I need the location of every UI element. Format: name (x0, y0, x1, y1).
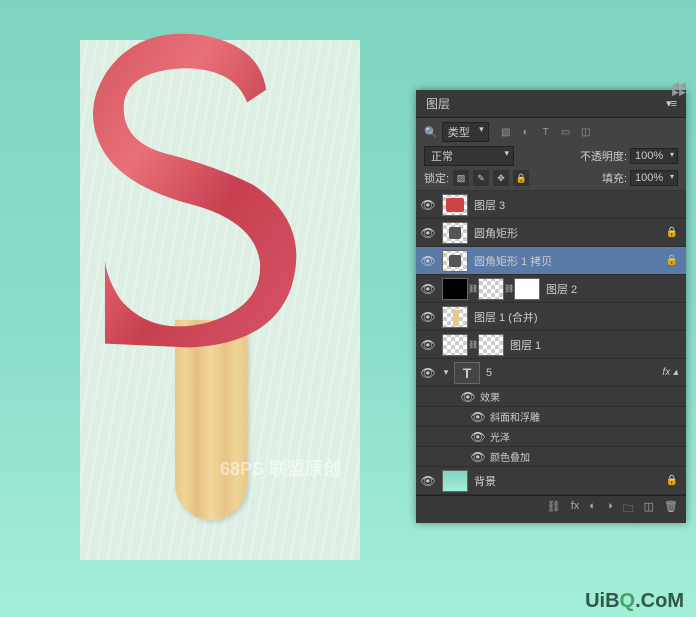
layer-name[interactable]: 圆角矩形 (468, 225, 666, 241)
layer-row-background[interactable]: 👁 背景 🔒 (416, 467, 686, 495)
layer-thumbnail[interactable] (442, 222, 468, 244)
layers-panel: ◀◀▶▶ 图层 ▾≡ 🔍 类型 ▧ ◐ T ▭ ◫ 正常 不透明度: 100% … (416, 90, 686, 523)
lock-icon[interactable]: 🔒 (666, 227, 686, 238)
opacity-label: 不透明度: (580, 148, 627, 164)
filter-text-icon[interactable]: T (539, 125, 553, 139)
layer-name[interactable]: 5 (480, 367, 662, 379)
layer-thumbnail[interactable] (478, 334, 504, 356)
mask-link-icon[interactable]: ⛓ (504, 284, 512, 293)
effect-item[interactable]: 👁 斜面和浮雕 (416, 407, 686, 427)
effect-name: 颜色叠加 (490, 449, 530, 464)
mask-link-icon[interactable]: ⛓ (468, 340, 476, 349)
lock-label: 锁定: (424, 170, 449, 186)
document-canvas[interactable]: 68PS 联盟原创 (80, 40, 360, 560)
layer-name[interactable]: 图层 3 (468, 197, 686, 213)
effect-name: 斜面和浮雕 (490, 409, 540, 424)
effect-item[interactable]: 👁 光泽 (416, 427, 686, 447)
lock-icon[interactable]: 🔒 (666, 475, 686, 486)
watermark-center: 68PS 联盟原创 (220, 455, 341, 481)
layer-row[interactable]: 👁 圆角矩形 🔒 (416, 219, 686, 247)
layer-thumbnail[interactable] (442, 306, 468, 328)
visibility-toggle[interactable]: 👁 (456, 390, 480, 404)
lock-all-icon[interactable]: 🔒 (513, 170, 529, 186)
adjustment-layer-icon[interactable]: ◑ (606, 500, 613, 519)
layer-thumbnail[interactable] (442, 250, 468, 272)
visibility-toggle[interactable]: 👁 (416, 254, 440, 268)
filter-adjust-icon[interactable]: ◐ (519, 125, 533, 139)
lock-position-icon[interactable]: ✥ (493, 170, 509, 186)
filter-shape-icon[interactable]: ▭ (559, 125, 573, 139)
link-layers-icon[interactable]: ⛓ (547, 500, 561, 519)
layer-mask-icon[interactable]: ◐ (589, 500, 596, 519)
new-group-icon[interactable]: 🗀 (623, 500, 634, 519)
layer-name[interactable]: 图层 1 (合并) (468, 309, 686, 325)
visibility-toggle[interactable]: 👁 (416, 338, 440, 352)
layer-row[interactable]: 👁 ⛓ 图层 1 (416, 331, 686, 359)
collapse-arrow-icon[interactable]: ▾ (440, 367, 452, 378)
effect-name: 光泽 (490, 429, 510, 444)
mask-link-icon[interactable]: ⛓ (468, 284, 476, 293)
layer-name[interactable]: 圆角矩形 1 拷贝 (468, 253, 666, 269)
panel-header: 图层 ▾≡ (416, 90, 686, 118)
layer-row-text[interactable]: 👁 ▾ T 5 fx ▴ (416, 359, 686, 387)
layer-thumbnail[interactable] (442, 470, 468, 492)
layer-row-selected[interactable]: 👁 圆角矩形 1 拷贝 🔒 (416, 247, 686, 275)
layers-list: 👁 图层 3 👁 圆角矩形 🔒 👁 圆角矩形 1 拷贝 🔒 👁 ⛓ ⛓ 图层 2 (416, 191, 686, 495)
panel-flyout-icon[interactable]: ◀◀▶▶ (672, 82, 686, 96)
layer-thumbnail[interactable] (478, 278, 504, 300)
visibility-toggle[interactable]: 👁 (416, 226, 440, 240)
letter-s-layer (60, 20, 320, 350)
visibility-toggle[interactable]: 👁 (416, 474, 440, 488)
fx-badge[interactable]: fx ▴ (662, 367, 686, 378)
layer-thumbnail[interactable] (442, 194, 468, 216)
visibility-toggle[interactable]: 👁 (416, 198, 440, 212)
effects-header[interactable]: 👁 效果 (416, 387, 686, 407)
panel-footer: ⛓ fx ◐ ◑ 🗀 ◫ 🗑 (416, 495, 686, 523)
visibility-toggle[interactable]: 👁 (466, 450, 490, 464)
panel-title: 图层 (426, 95, 450, 112)
filter-pixel-icon[interactable]: ▧ (499, 125, 513, 139)
filter-type-dropdown[interactable]: 类型 (442, 122, 489, 142)
opacity-input[interactable]: 100% (630, 148, 678, 164)
new-layer-icon[interactable]: ◫ (644, 500, 654, 519)
mask-thumbnail[interactable] (514, 278, 540, 300)
layer-name[interactable]: 图层 1 (504, 337, 686, 353)
text-layer-icon[interactable]: T (454, 362, 480, 384)
watermark-bottom-right: UiBQ.CoM (585, 590, 684, 613)
visibility-toggle[interactable]: 👁 (416, 282, 440, 296)
lock-pixels-icon[interactable]: ✎ (473, 170, 489, 186)
visibility-toggle[interactable]: 👁 (416, 310, 440, 324)
layer-name[interactable]: 背景 (468, 473, 666, 489)
layer-row[interactable]: 👁 图层 3 (416, 191, 686, 219)
layer-row[interactable]: 👁 ⛓ ⛓ 图层 2 (416, 275, 686, 303)
effects-label: 效果 (480, 389, 500, 404)
fill-input[interactable]: 100% (630, 170, 678, 186)
panel-controls: 🔍 类型 ▧ ◐ T ▭ ◫ 正常 不透明度: 100% 锁定: ▧ ✎ ✥ (416, 118, 686, 191)
layer-style-icon[interactable]: fx (571, 500, 580, 519)
blend-mode-dropdown[interactable]: 正常 (424, 146, 514, 166)
layer-row[interactable]: 👁 图层 1 (合并) (416, 303, 686, 331)
fill-label: 填充: (602, 170, 627, 186)
filter-smart-icon[interactable]: ◫ (579, 125, 593, 139)
lock-transparency-icon[interactable]: ▧ (453, 170, 469, 186)
effect-item[interactable]: 👁 颜色叠加 (416, 447, 686, 467)
lock-icon[interactable]: 🔒 (666, 255, 686, 266)
delete-layer-icon[interactable]: 🗑 (664, 500, 678, 519)
search-icon: 🔍 (424, 126, 438, 139)
layer-thumbnail[interactable] (442, 278, 468, 300)
visibility-toggle[interactable]: 👁 (466, 410, 490, 424)
layer-thumbnail[interactable] (442, 334, 468, 356)
visibility-toggle[interactable]: 👁 (466, 430, 490, 444)
panel-menu-icon[interactable]: ▾≡ (666, 97, 676, 110)
layer-name[interactable]: 图层 2 (540, 281, 686, 297)
visibility-toggle[interactable]: 👁 (416, 366, 440, 380)
